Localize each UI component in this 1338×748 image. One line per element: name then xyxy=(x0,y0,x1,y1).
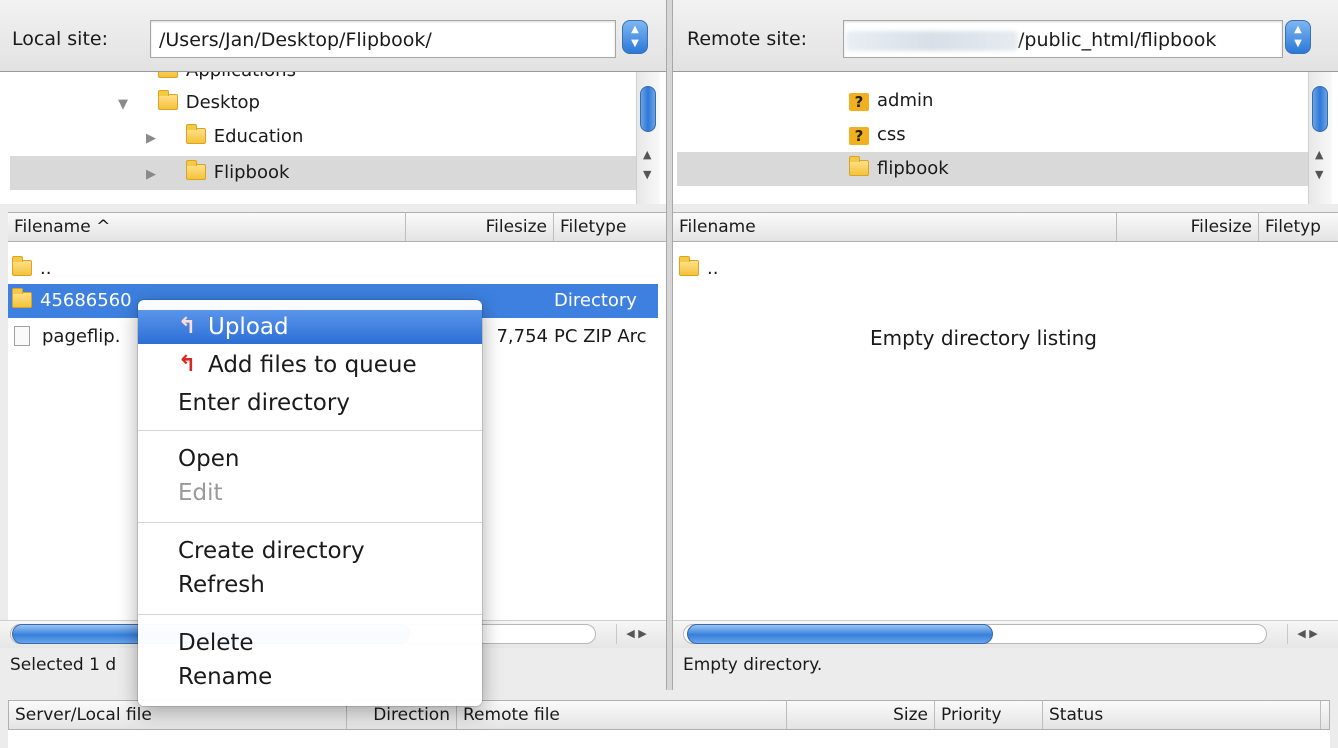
menu-item-enter-directory[interactable]: Enter directory xyxy=(138,386,482,420)
context-menu: ↰ Upload ↰ Add files to queue Enter direct… xyxy=(138,300,482,706)
scroll-arrows-icon[interactable]: ◀ ▶ xyxy=(616,624,656,644)
expanded-triangle-icon[interactable]: ▼ xyxy=(118,88,132,122)
folder-icon xyxy=(849,156,869,176)
column-remote-file[interactable]: Remote file xyxy=(457,701,787,729)
menu-item-add-to-queue[interactable]: ↰ Add files to queue xyxy=(138,348,482,382)
list-item-parent[interactable]: .. xyxy=(8,252,666,286)
column-size[interactable]: Size xyxy=(787,701,935,729)
local-tree-scrollbar[interactable]: ▲ ▼ xyxy=(636,72,660,204)
filename-cell: pageflip. xyxy=(42,326,121,347)
remote-file-list[interactable]: .. xyxy=(673,242,1338,620)
filename-cell: .. xyxy=(707,258,719,279)
stepper-icon: ▲ ▼ xyxy=(631,24,639,49)
sort-ascending-icon: ^ xyxy=(96,217,111,237)
remote-horizontal-scrollbar[interactable]: ◀ ▶ xyxy=(673,620,1338,648)
scroll-down-icon[interactable]: ▼ xyxy=(643,168,651,181)
folder-icon xyxy=(158,72,178,78)
menu-separator xyxy=(138,614,482,615)
scroll-up-icon[interactable]: ▲ xyxy=(643,148,651,161)
folder-icon xyxy=(185,160,206,180)
file-icon xyxy=(14,326,30,346)
tree-item-label: css xyxy=(877,124,906,145)
filename-cell: 45686560 xyxy=(40,290,132,311)
remote-site-bar: Remote site: /public_html/flipbook ▲ ▼ xyxy=(673,0,1338,72)
ftp-client-window: Local site: /Users/Jan/Desktop/Flipbook/… xyxy=(0,0,1338,748)
scrollbar-thumb[interactable] xyxy=(1312,86,1328,132)
folder-icon xyxy=(185,124,206,144)
menu-item-create-directory[interactable]: Create directory xyxy=(138,534,482,568)
scroll-arrows-icon[interactable]: ◀ ▶ xyxy=(1287,624,1327,644)
scroll-up-icon[interactable]: ▲ xyxy=(1315,148,1323,161)
tree-item-label: Flipbook xyxy=(213,162,290,183)
remote-path-input[interactable]: /public_html/flipbook xyxy=(843,20,1283,58)
local-directory-tree: Applications ▼ Desktop ▶ Education ▶ Fli… xyxy=(0,72,666,204)
blurred-host xyxy=(846,30,1018,51)
remote-site-label: Remote site: xyxy=(687,28,808,50)
menu-separator xyxy=(138,522,482,523)
column-label: Filename xyxy=(14,217,91,237)
empty-listing-message: Empty directory listing xyxy=(870,326,1097,350)
menu-item-upload[interactable]: ↰ Upload xyxy=(138,310,482,344)
tree-item-label: admin xyxy=(877,90,934,111)
remote-directory-tree: ? admin ? css flipbook ▲ ▼ xyxy=(673,72,1338,204)
column-status[interactable]: Status xyxy=(1043,701,1321,729)
remote-tree-scrollbar[interactable]: ▲ ▼ xyxy=(1308,72,1332,204)
scroll-down-icon[interactable]: ▼ xyxy=(1315,168,1323,181)
question-folder-icon: ? xyxy=(849,93,869,111)
column-priority[interactable]: Priority xyxy=(935,701,1043,729)
list-item-parent[interactable]: .. xyxy=(673,252,1338,286)
menu-item-delete[interactable]: Delete xyxy=(138,626,482,660)
question-folder-icon: ? xyxy=(849,127,869,145)
menu-item-edit: Edit xyxy=(178,480,223,506)
local-site-label: Local site: xyxy=(12,28,109,50)
scrollbar-thumb[interactable] xyxy=(687,624,993,644)
folder-icon xyxy=(679,256,699,276)
tree-item-label: Education xyxy=(213,126,304,147)
folder-icon xyxy=(157,90,178,110)
tree-item-css[interactable]: ? css xyxy=(673,118,1308,152)
filetype-cell: PC ZIP Arc xyxy=(554,326,647,347)
remote-status-text: Empty directory. xyxy=(673,650,1338,686)
column-filetype[interactable]: Filetyp xyxy=(1259,213,1338,241)
menu-item-refresh[interactable]: Refresh xyxy=(138,568,482,602)
remote-path-text: /public_html/flipbook xyxy=(1018,29,1217,51)
folder-icon xyxy=(12,256,32,276)
remote-list-header: Filename Filesize Filetyp xyxy=(673,212,1338,242)
stepper-icon: ▲ ▼ xyxy=(1294,24,1302,49)
collapsed-triangle-icon[interactable]: ▶ xyxy=(146,158,160,192)
filesize-cell: 7,754 xyxy=(496,326,548,347)
tree-item-label: Desktop xyxy=(185,92,260,113)
tree-item-label: flipbook xyxy=(877,158,949,179)
menu-item-open[interactable]: Open xyxy=(138,442,482,476)
tree-item-admin[interactable]: ? admin xyxy=(673,84,1308,118)
upload-arrow-icon: ↰ xyxy=(178,352,197,377)
tree-item-education[interactable]: ▶ Education xyxy=(0,120,636,154)
remote-path-stepper[interactable]: ▲ ▼ xyxy=(1285,20,1311,54)
column-filetype[interactable]: Filetype xyxy=(554,213,666,241)
collapsed-triangle-icon[interactable]: ▶ xyxy=(146,122,160,156)
column-filesize[interactable]: Filesize xyxy=(406,213,554,241)
menu-separator xyxy=(138,430,482,431)
menu-item-rename[interactable]: Rename xyxy=(138,660,482,694)
tree-item-desktop[interactable]: ▼ Desktop xyxy=(0,86,636,120)
folder-icon xyxy=(12,288,32,308)
local-path-input[interactable]: /Users/Jan/Desktop/Flipbook/ xyxy=(150,20,616,58)
tree-item-label: Applications xyxy=(186,72,296,81)
menu-item-label: Add files to queue xyxy=(208,352,417,378)
scrollbar-thumb[interactable] xyxy=(640,86,656,132)
local-site-bar: Local site: /Users/Jan/Desktop/Flipbook/… xyxy=(0,0,666,72)
tree-item-flipbook[interactable]: ▶ Flipbook xyxy=(10,156,636,190)
local-path-stepper[interactable]: ▲ ▼ xyxy=(622,20,648,54)
upload-arrow-icon: ↰ xyxy=(178,314,197,339)
column-filename[interactable]: Filename xyxy=(673,213,1117,241)
filetype-cell: Directory xyxy=(554,290,637,311)
tree-item-flipbook-remote[interactable]: flipbook xyxy=(677,152,1308,186)
pane-divider[interactable] xyxy=(666,0,673,690)
filename-cell: .. xyxy=(40,258,52,279)
column-filename[interactable]: Filename ^ xyxy=(8,213,406,241)
column-filesize[interactable]: Filesize xyxy=(1117,213,1259,241)
queue-list[interactable] xyxy=(8,730,1330,748)
local-list-header: Filename ^ Filesize Filetype xyxy=(8,212,666,242)
menu-item-label: Upload xyxy=(208,314,289,340)
